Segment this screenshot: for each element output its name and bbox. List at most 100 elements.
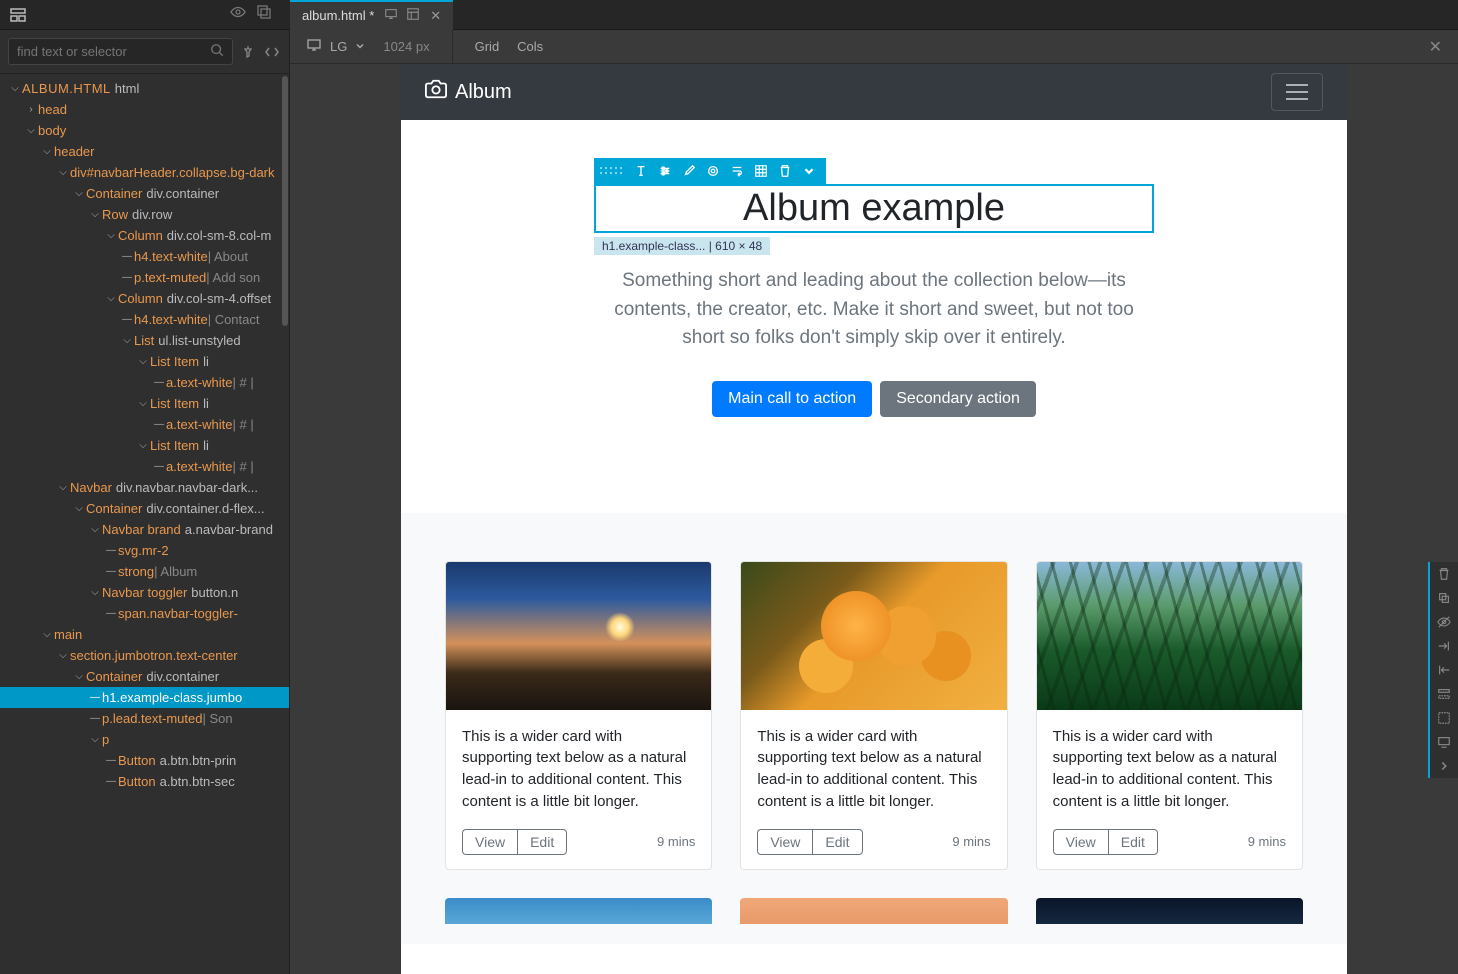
tree-node[interactable]: ⌵body [0, 120, 289, 141]
tree-node[interactable]: —Button a.btn.btn-sec [0, 771, 289, 792]
tree-node[interactable]: —h1.example-class.jumbo [0, 687, 289, 708]
search-box[interactable] [8, 38, 233, 65]
grid-tool-icon[interactable] [750, 160, 772, 182]
tree-node[interactable]: ⌵main [0, 624, 289, 645]
edit-button[interactable]: Edit [517, 829, 567, 855]
cta-primary-button[interactable]: Main call to action [712, 381, 872, 417]
tree-node[interactable]: —h4.text-white | About [0, 246, 289, 267]
tree-node[interactable]: —Button a.btn.btn-prin [0, 750, 289, 771]
tree-node[interactable]: —svg.mr-2 [0, 540, 289, 561]
cols-toggle[interactable]: Cols [517, 39, 543, 54]
view-button[interactable]: View [757, 829, 812, 855]
tree-node[interactable]: —p.text-muted | Add son [0, 267, 289, 288]
tree-node[interactable]: ⌵List Item li [0, 351, 289, 372]
tree-node[interactable]: ⌵section.jumbotron.text-center [0, 645, 289, 666]
tree-node[interactable]: ⌵Navbar brand a.navbar-brand [0, 519, 289, 540]
card[interactable]: This is a wider card with supporting tex… [445, 561, 712, 870]
code-icon[interactable] [263, 43, 281, 61]
drag-handle-icon[interactable] [600, 158, 628, 184]
panels-icon[interactable] [256, 4, 272, 25]
file-tab[interactable]: album.html * ✕ [290, 0, 453, 30]
tree-node[interactable]: ⌵List Item li [0, 435, 289, 456]
caret-down-icon[interactable]: ⌵ [72, 671, 86, 682]
caret-down-icon[interactable]: ⌵ [40, 146, 54, 157]
target-tool-icon[interactable] [702, 160, 724, 182]
trash-tool-icon[interactable] [774, 160, 796, 182]
caret-down-icon[interactable]: ⌵ [56, 482, 70, 493]
caret-down-icon[interactable]: ⌵ [136, 356, 150, 367]
search-input[interactable] [17, 44, 210, 59]
tree-node[interactable]: —a.text-white | # | [0, 456, 289, 477]
caret-down-icon[interactable]: ⌵ [88, 524, 102, 535]
grid-toggle[interactable]: Grid [475, 39, 500, 54]
caret-right-icon[interactable]: › [24, 104, 38, 115]
tree-node[interactable]: —a.text-white | # | [0, 414, 289, 435]
tree-node[interactable]: —p.lead.text-muted | Son [0, 708, 289, 729]
insert-row-icon[interactable] [1430, 682, 1458, 706]
caret-down-icon[interactable]: ⌵ [56, 650, 70, 661]
card[interactable]: This is a wider card with supporting tex… [1036, 561, 1303, 870]
screen-icon[interactable] [1430, 730, 1458, 754]
page-preview[interactable]: Album [401, 64, 1347, 974]
close-canvas-icon[interactable]: ✕ [1429, 37, 1442, 57]
tree-node[interactable]: ⌵List Item li [0, 393, 289, 414]
tree-node[interactable]: —a.text-white | # | [0, 372, 289, 393]
tree-node[interactable]: —h4.text-white | Contact [0, 309, 289, 330]
tree-node[interactable]: ⌵Container div.container [0, 666, 289, 687]
tree-node[interactable]: ⌵Column div.col-sm-4.offset [0, 288, 289, 309]
indent-right-icon[interactable] [1430, 634, 1458, 658]
tree-scrollbar[interactable] [281, 74, 289, 974]
caret-down-icon[interactable]: ⌵ [136, 398, 150, 409]
close-tab-icon[interactable]: ✕ [430, 8, 441, 24]
caret-down-icon[interactable]: ⌵ [88, 734, 102, 745]
edit-button[interactable]: Edit [1108, 829, 1158, 855]
card[interactable]: This is a wider card with supporting tex… [740, 561, 1007, 870]
desktop-icon[interactable] [384, 7, 398, 24]
caret-down-icon[interactable]: ⌵ [136, 440, 150, 451]
hide-icon[interactable] [1430, 610, 1458, 634]
more-icon[interactable] [1430, 754, 1458, 778]
chevron-down-tool-icon[interactable] [798, 160, 820, 182]
settings-tool-icon[interactable] [654, 160, 676, 182]
layout-icon[interactable] [406, 7, 420, 24]
caret-down-icon[interactable]: ⌵ [72, 503, 86, 514]
tree-node[interactable]: ›head [0, 99, 289, 120]
tree-node[interactable]: ⌵Navbar div.navbar.navbar-dark... [0, 477, 289, 498]
view-button[interactable]: View [462, 829, 517, 855]
filter-icon[interactable] [239, 43, 257, 61]
tree-node[interactable]: ⌵ALBUM.HTML html [0, 78, 289, 99]
tree-node[interactable]: ⌵Row div.row [0, 204, 289, 225]
search-icon[interactable] [210, 43, 224, 60]
indent-left-icon[interactable] [1430, 658, 1458, 682]
view-button[interactable]: View [1053, 829, 1108, 855]
caret-down-icon[interactable]: ⌵ [104, 230, 118, 241]
edit-button[interactable]: Edit [812, 829, 862, 855]
duplicate-icon[interactable] [1430, 586, 1458, 610]
caret-down-icon[interactable]: ⌵ [88, 587, 102, 598]
breakpoint-selector[interactable]: LG [306, 37, 365, 56]
navbar-brand[interactable]: Album [425, 78, 512, 106]
tree-node[interactable]: ⌵Column div.col-sm-8.col-m [0, 225, 289, 246]
tree-node[interactable]: —strong | Album [0, 561, 289, 582]
tree-node[interactable]: —span.navbar-toggler- [0, 603, 289, 624]
caret-down-icon[interactable]: ⌵ [24, 125, 38, 136]
select-all-icon[interactable] [1430, 706, 1458, 730]
caret-down-icon[interactable]: ⌵ [104, 293, 118, 304]
tree-node[interactable]: ⌵div#navbarHeader.collapse.bg-dark [0, 162, 289, 183]
tree-node[interactable]: ⌵Container div.container.d-flex... [0, 498, 289, 519]
cta-secondary-button[interactable]: Secondary action [880, 381, 1036, 417]
jumbo-lead[interactable]: Something short and leading about the co… [594, 267, 1154, 353]
caret-down-icon[interactable]: ⌵ [8, 83, 22, 94]
jumbo-heading[interactable]: Album example [594, 184, 1154, 233]
caret-down-icon[interactable]: ⌵ [56, 167, 70, 178]
trash-icon[interactable] [1430, 562, 1458, 586]
navbar-toggler[interactable] [1271, 73, 1323, 111]
app-logo-icon[interactable] [8, 5, 28, 25]
selected-element[interactable]: Album example h1.example-class... | 610 … [594, 184, 1154, 233]
dom-tree[interactable]: ⌵ALBUM.HTML html›head⌵body⌵header⌵div#na… [0, 74, 289, 974]
caret-down-icon[interactable]: ⌵ [120, 335, 134, 346]
caret-down-icon[interactable]: ⌵ [72, 188, 86, 199]
tree-node[interactable]: ⌵Navbar toggler button.n [0, 582, 289, 603]
eye-icon[interactable] [230, 4, 246, 25]
brush-tool-icon[interactable] [678, 160, 700, 182]
